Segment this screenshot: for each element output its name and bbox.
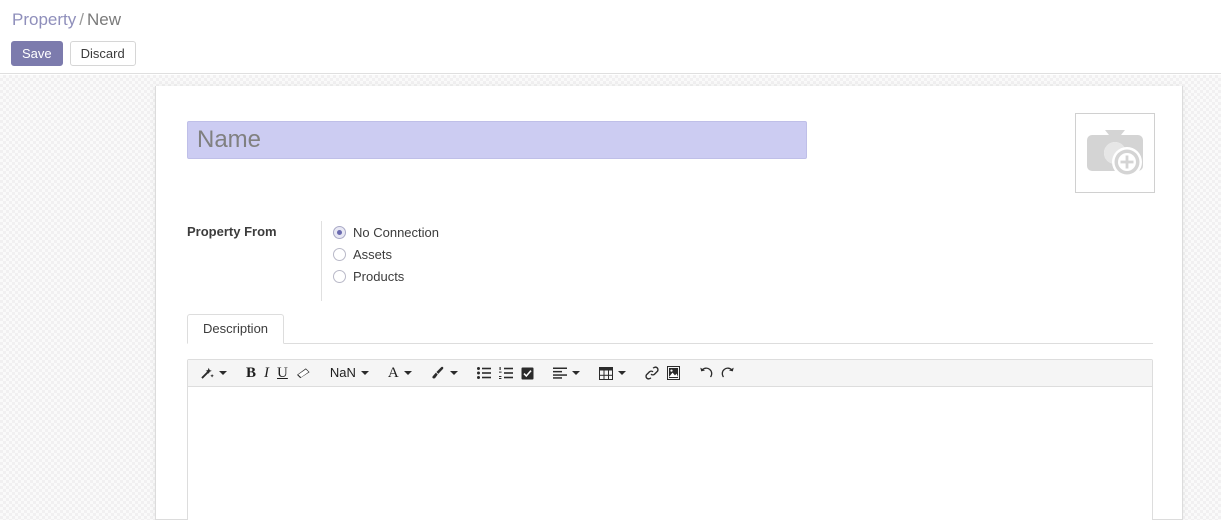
image-icon	[666, 366, 680, 380]
description-editor: B I U NaN A	[187, 359, 1153, 520]
toolbar-bold-button[interactable]: B	[242, 363, 260, 383]
toolbar-style-magic-wand-button[interactable]	[196, 363, 231, 383]
editor-toolbar: B I U NaN A	[188, 360, 1152, 387]
toolbar-align-button[interactable]	[549, 363, 584, 383]
radio-option-no-connection[interactable]: No Connection	[333, 221, 439, 243]
eraser-icon	[296, 367, 311, 380]
radio-option-products[interactable]: Products	[333, 265, 439, 287]
toolbar-font-size-value: NaN	[329, 365, 356, 380]
undo-icon	[699, 366, 713, 380]
radio-button-icon[interactable]	[333, 247, 346, 261]
breadcrumb-item-new: New	[86, 10, 121, 29]
toolbar-link-button[interactable]	[641, 363, 663, 383]
radio-option-label[interactable]: No Connection	[353, 225, 439, 240]
redo-icon	[721, 366, 735, 380]
breadcrumb-item-property[interactable]: Property	[12, 10, 76, 29]
magic-wand-icon	[200, 366, 214, 380]
bullet-list-icon	[476, 367, 491, 379]
toolbar-undo-button[interactable]	[695, 363, 717, 383]
form-sheet: Property From No Connection Assets Produ…	[155, 86, 1183, 520]
chevron-down-icon	[403, 371, 412, 375]
tab-description[interactable]: Description	[187, 314, 285, 344]
numbered-list-icon	[498, 367, 513, 379]
toolbar-image-button[interactable]	[663, 363, 684, 383]
breadcrumb-separator: /	[79, 10, 84, 29]
notebook: Description B I U NaN A	[187, 314, 1153, 520]
radio-button-icon[interactable]	[333, 225, 346, 239]
checkbox-checked-icon	[521, 367, 534, 380]
chevron-down-icon	[571, 371, 580, 375]
chevron-down-icon	[219, 371, 227, 375]
property-from-radio-group: No Connection Assets Products	[321, 221, 439, 301]
form-view-background: Property From No Connection Assets Produ…	[0, 75, 1221, 520]
image-upload-placeholder[interactable]	[1075, 113, 1155, 193]
property-from-label: Property From	[187, 224, 277, 239]
toolbar-checklist-button[interactable]	[517, 363, 538, 383]
toolbar-italic-button[interactable]: I	[260, 363, 273, 383]
name-input[interactable]	[187, 121, 807, 159]
record-action-buttons: Save Discard	[11, 41, 136, 66]
toolbar-ordered-list-button[interactable]	[495, 363, 517, 383]
table-icon	[598, 366, 613, 380]
toolbar-font-color-button[interactable]: A	[384, 363, 416, 383]
property-from-field: Property From No Connection Assets Produ…	[187, 221, 439, 301]
align-left-icon	[552, 367, 567, 379]
toolbar-font-size-select[interactable]: NaN	[326, 363, 373, 383]
chevron-down-icon	[617, 371, 626, 375]
toolbar-font-color-letter: A	[387, 365, 399, 381]
toolbar-underline-button[interactable]: U	[273, 363, 292, 383]
paintbrush-icon	[431, 366, 445, 380]
radio-option-label[interactable]: Assets	[353, 247, 392, 262]
toolbar-table-button[interactable]	[595, 363, 630, 383]
control-panel: Property / New Save Discard	[0, 0, 1221, 74]
save-button[interactable]: Save	[11, 41, 63, 66]
toolbar-background-color-button[interactable]	[427, 363, 462, 383]
breadcrumb: Property / New	[12, 9, 121, 31]
toolbar-unordered-list-button[interactable]	[473, 363, 495, 383]
chevron-down-icon	[360, 371, 369, 375]
chevron-down-icon	[449, 371, 458, 375]
toolbar-remove-format-button[interactable]	[292, 363, 315, 383]
link-icon	[645, 366, 659, 380]
camera-add-icon	[1084, 127, 1146, 179]
name-field-wrapper	[187, 121, 807, 159]
toolbar-redo-button[interactable]	[717, 363, 739, 383]
description-editor-body[interactable]	[188, 387, 1152, 520]
radio-option-label[interactable]: Products	[353, 269, 404, 284]
notebook-tab-list: Description	[187, 314, 1153, 344]
radio-button-icon[interactable]	[333, 269, 346, 283]
radio-option-assets[interactable]: Assets	[333, 243, 439, 265]
discard-button[interactable]: Discard	[69, 41, 136, 66]
